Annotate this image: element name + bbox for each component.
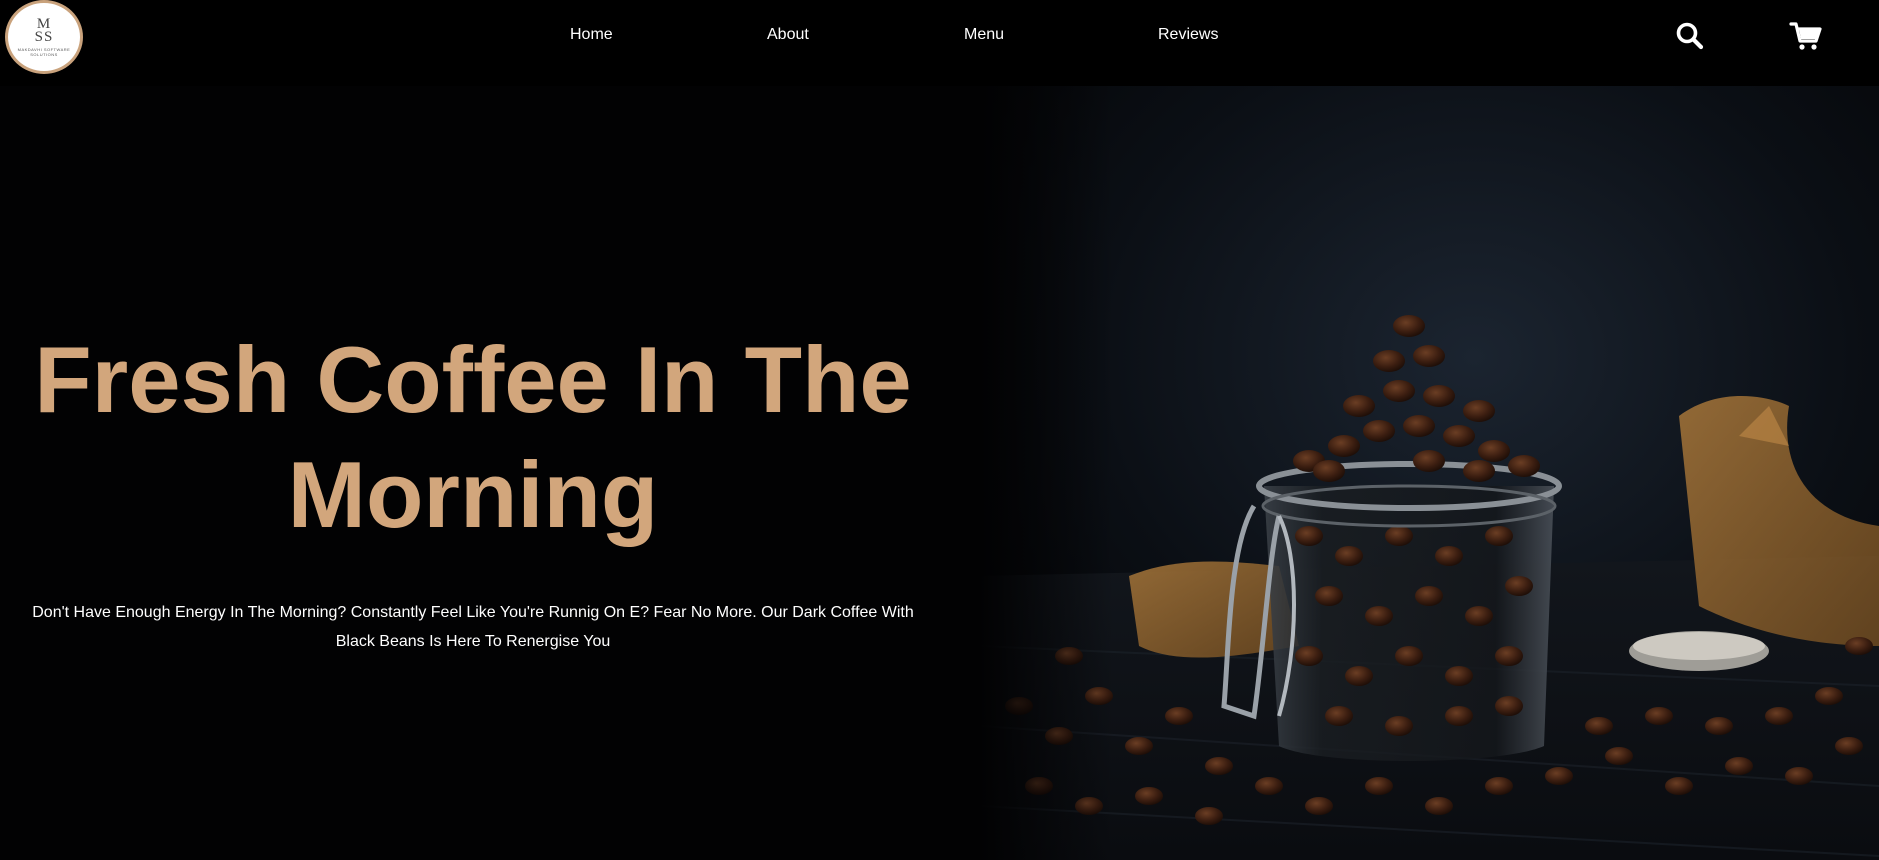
brand-logo[interactable]: M SS MAKDAVHI SOFTWARE SOLUTIONS bbox=[5, 0, 83, 74]
nav-home[interactable]: Home bbox=[570, 26, 613, 44]
cart-icon[interactable] bbox=[1789, 20, 1822, 52]
nav-menu[interactable]: Menu bbox=[964, 26, 1004, 44]
nav-about[interactable]: About bbox=[767, 26, 809, 44]
hero-title: Fresh Coffee In The Morning bbox=[34, 327, 912, 547]
page: M SS MAKDAVHI SOFTWARE SOLUTIONS Home Ab… bbox=[0, 0, 1879, 860]
logo-monogram: M SS bbox=[34, 15, 54, 45]
logo-company-name: MAKDAVHI SOFTWARE SOLUTIONS bbox=[17, 46, 71, 57]
hero-subtitle: Don't Have Enough Energy In The Morning?… bbox=[32, 604, 914, 650]
site-header: M SS MAKDAVHI SOFTWARE SOLUTIONS Home Ab… bbox=[0, 0, 1879, 86]
nav-reviews[interactable]: Reviews bbox=[1158, 26, 1218, 44]
search-icon[interactable] bbox=[1674, 20, 1706, 52]
coffee-beans-jar-image bbox=[979, 86, 1879, 860]
